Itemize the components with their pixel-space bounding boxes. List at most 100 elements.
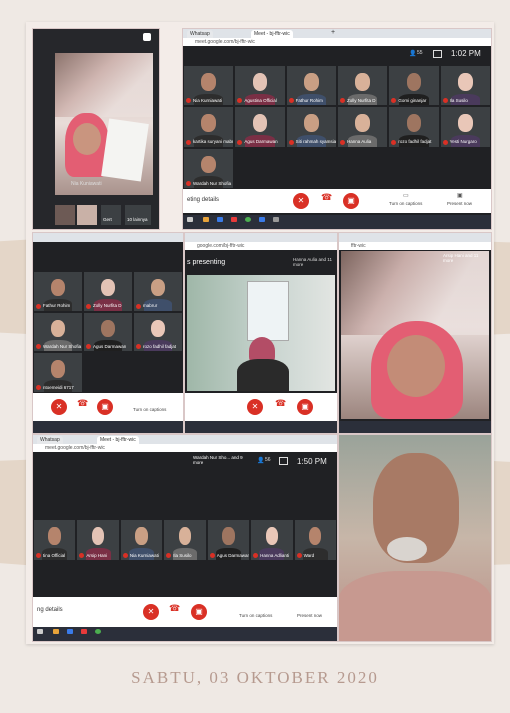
camera-off-button[interactable]: ▣	[191, 604, 207, 620]
camera-off-button[interactable]: ▣	[97, 399, 113, 415]
participant-tile[interactable]: Siti rahmah syamsiah	[286, 107, 336, 147]
participant-tile[interactable]: Nia Kurniawati	[120, 520, 163, 560]
participant-name: Siti rahmah syamsiah	[288, 139, 336, 145]
participant-tile[interactable]: Ila Susilo	[164, 520, 206, 560]
participant-tile[interactable]: ntoemeidi 6717	[34, 353, 82, 392]
address-bar[interactable]: meet.google.com/bj-fftr-wic	[33, 444, 337, 452]
participant-tile[interactable]: Agus Darmawan	[84, 312, 132, 352]
app-icon[interactable]	[273, 217, 279, 222]
browser-tab-bar	[185, 233, 337, 242]
meeting-details-link[interactable]: eting details	[187, 197, 219, 203]
participant-tile[interactable]: rozo fadhil fadjat	[389, 107, 439, 147]
mic-muted-icon	[237, 98, 243, 104]
participant-tile[interactable]: rozo fadhil fadjat	[134, 312, 182, 352]
participant-tile[interactable]: Agus Darmawan	[235, 107, 285, 147]
panel-participant-closeup	[338, 434, 492, 642]
address-bar[interactable]: google.com/bj-fftr-wic	[185, 242, 337, 250]
mic-toggle-icon[interactable]	[143, 33, 151, 41]
app-icon[interactable]	[203, 217, 209, 222]
present-icon[interactable]: ▣	[457, 192, 463, 199]
participant-face	[406, 114, 422, 133]
participant-name: Gomi ginanjar	[391, 98, 426, 104]
thumbnail-gert[interactable]	[101, 205, 121, 225]
mic-off-button[interactable]: ✕	[293, 193, 309, 209]
participant-grid: Nia Kurniawati Agustina Official Fathur Ro…	[183, 65, 491, 189]
participant-tile[interactable]: Ila Susilo	[440, 66, 490, 106]
participants-icon[interactable]: 👤	[257, 457, 264, 464]
mic-muted-icon	[36, 303, 41, 309]
participant-tile[interactable]: kartika suryani mabrur	[184, 107, 234, 147]
mic-muted-icon	[340, 139, 345, 145]
participant-tile[interactable]: Agus Darmawan	[207, 520, 250, 560]
chrome-icon[interactable]	[245, 217, 251, 222]
document-paper	[101, 118, 149, 182]
tab-whatsapp[interactable]: Whatsap	[37, 436, 63, 444]
leave-call-button[interactable]: ☎	[77, 398, 88, 409]
tab-meet[interactable]: Meet - bj-fftr-wic	[97, 436, 139, 444]
participant-tile[interactable]: Wardah Nur Shofia	[184, 148, 234, 188]
participant-name: Ila Susilo	[166, 553, 192, 558]
participant-beard	[387, 537, 427, 561]
participant-name-text: Arsip Hani	[86, 552, 108, 558]
participant-name-text: Zolly Nurfita D	[347, 98, 376, 104]
tab-meet[interactable]: Meet - bj-fftr-wic	[251, 30, 293, 38]
mic-muted-icon	[237, 139, 243, 145]
camera-off-button[interactable]: ▣	[297, 399, 313, 415]
participant-tile[interactable]: mabrur	[134, 272, 182, 311]
taskbar	[185, 421, 337, 433]
chat-icon[interactable]	[433, 50, 442, 58]
thumbnail-participant[interactable]	[55, 205, 75, 225]
leave-call-button[interactable]: ☎	[275, 398, 286, 409]
participant-name: Ward	[296, 553, 314, 558]
chrome-icon[interactable]	[95, 629, 101, 634]
participant-tile[interactable]: Zolly Nurfita D	[84, 272, 132, 311]
participant-tile[interactable]: Zolly Nurfita D	[338, 66, 388, 106]
participant-tile[interactable]: Ward	[294, 520, 336, 560]
participant-tile[interactable]: Nia Kurniawati	[184, 66, 234, 106]
participants-icon[interactable]: 👤	[409, 50, 416, 57]
participant-tile[interactable]: Arsip Hani	[77, 520, 119, 560]
chat-icon[interactable]	[279, 457, 288, 465]
mic-muted-icon	[86, 303, 91, 309]
participant-name-text: Wardah Nur Shofia	[43, 344, 82, 349]
app-icon[interactable]	[217, 217, 223, 222]
mic-muted-icon	[288, 139, 294, 145]
participant-tile[interactable]: Hanna Aulia	[338, 107, 388, 147]
participant-tile[interactable]: Yesti Nurgaro	[440, 107, 490, 147]
participant-face	[222, 527, 235, 546]
participant-tile[interactable]: Fathur Rohim	[34, 272, 82, 311]
app-icon[interactable]	[53, 629, 59, 634]
taskbar	[33, 627, 337, 641]
app-icon[interactable]	[81, 629, 87, 634]
side-note: Hanna Aulia and 11 more	[293, 257, 332, 267]
leave-call-button[interactable]: ☎	[321, 192, 332, 203]
leave-call-button[interactable]: ☎	[169, 603, 180, 614]
participant-face	[252, 73, 268, 91]
thumbnail-participant[interactable]	[77, 205, 97, 225]
participant-tile[interactable]: tina Official	[34, 520, 76, 560]
captions-icon[interactable]: ▭	[403, 192, 409, 199]
meeting-details-link[interactable]: ng details	[37, 607, 63, 613]
participant-tile[interactable]: Fathur Rohim	[286, 66, 336, 106]
camera-off-button[interactable]: ▣	[343, 193, 359, 209]
mic-muted-icon	[391, 98, 397, 104]
start-icon[interactable]	[37, 629, 43, 634]
participant-tile[interactable]: Wardah Nur Shofia	[34, 312, 82, 352]
address-bar[interactable]: meet.google.com/bj-fftr-wic	[183, 38, 491, 46]
participant-tile[interactable]: Gomi ginanjar	[389, 66, 439, 106]
thumbnail-more[interactable]	[125, 205, 151, 225]
app-icon[interactable]	[259, 217, 265, 222]
new-tab-icon[interactable]: +	[331, 29, 335, 36]
address-bar[interactable]: fftr-wic	[339, 242, 491, 250]
mic-off-button[interactable]: ✕	[247, 399, 263, 415]
mic-off-button[interactable]: ✕	[143, 604, 159, 620]
app-icon[interactable]	[67, 629, 73, 634]
app-icon[interactable]	[231, 217, 237, 222]
mic-off-button[interactable]: ✕	[51, 399, 67, 415]
participant-tile[interactable]: Agustina Official	[235, 66, 285, 106]
mic-muted-icon	[209, 553, 215, 558]
start-icon[interactable]	[187, 217, 193, 222]
tab-whatsapp[interactable]: Whatsap	[187, 30, 213, 38]
participant-name: Nia Kurniawati	[122, 553, 159, 558]
participant-tile[interactable]: Hanna Adlianti	[251, 520, 293, 560]
